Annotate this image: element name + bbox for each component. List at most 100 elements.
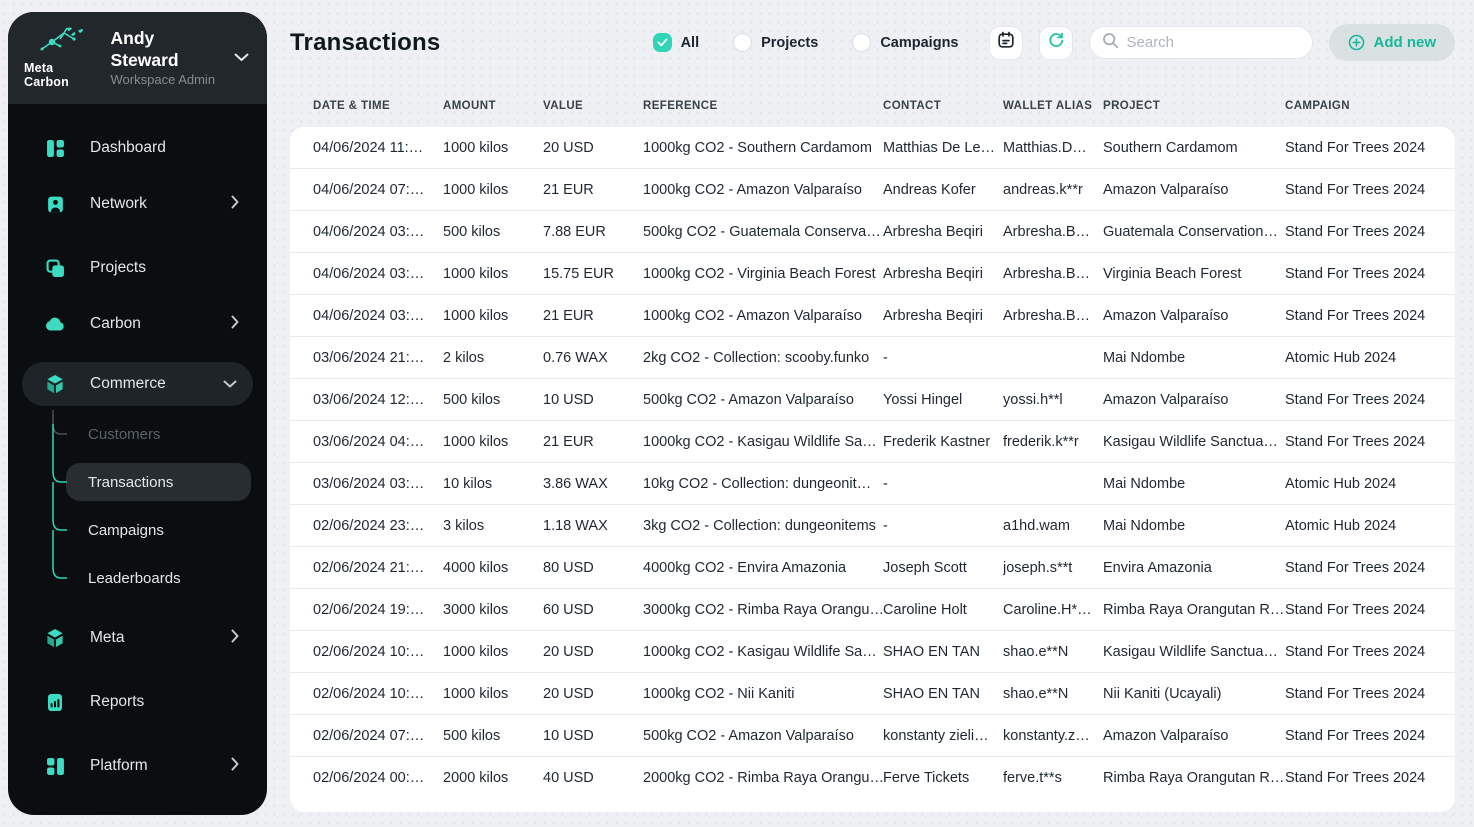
sidebar-item-label: Meta: [90, 629, 125, 646]
refresh-button[interactable]: [1038, 25, 1073, 60]
column-header[interactable]: CAMPAIGN: [1285, 100, 1454, 112]
table-cell: shao.e**N: [1003, 643, 1069, 660]
column-header[interactable]: REFERENCE: [643, 100, 883, 112]
table-cell: Stand For Trees 2024: [1285, 601, 1426, 618]
table-cell: Matthias.D…: [1003, 139, 1087, 156]
table-cell: 20 USD: [543, 139, 594, 156]
table-row[interactable]: 04/06/2024 07:… 1000 kilos 21 EUR 1000kg CO…: [290, 169, 1455, 211]
table-cell: 1000kg CO2 - Amazon Valparaíso: [643, 307, 862, 324]
table-cell: Stand For Trees 2024: [1285, 223, 1426, 240]
table-row[interactable]: 04/06/2024 11:… 1000 kilos 20 USD 1000kg CO…: [290, 127, 1455, 169]
table-cell: SHAO EN TAN: [883, 685, 980, 702]
table-cell: 21 EUR: [543, 181, 594, 198]
add-new-button[interactable]: Add new: [1328, 24, 1455, 61]
column-header[interactable]: CONTACT: [883, 100, 1003, 112]
sidebar-item-carbon[interactable]: Carbon: [8, 296, 267, 352]
user-name: Andy Steward: [110, 28, 179, 70]
sidebar-item-campaigns[interactable]: Campaigns: [66, 506, 251, 554]
plus-circle-icon: [1348, 34, 1365, 51]
table-cell: Matthias De Le…: [883, 139, 996, 156]
table-cell: Kasigau Wildlife Sanctua…: [1103, 643, 1278, 660]
reports-icon: [44, 693, 66, 712]
workspace-user-menu[interactable]: Meta Carbon Andy Steward Workspace Admin: [8, 12, 267, 104]
table-cell: Guatemala Conservation…: [1103, 223, 1278, 240]
table-cell: 04/06/2024 03:…: [313, 307, 425, 324]
table-row[interactable]: 02/06/2024 19:… 3000 kilos 60 USD 3000kg CO…: [290, 589, 1455, 631]
sidebar-item-commerce[interactable]: Commerce: [22, 362, 253, 406]
table-cell: 3000 kilos: [443, 601, 509, 618]
column-header[interactable]: VALUE: [543, 100, 643, 112]
sidebar-item-reports[interactable]: Reports: [8, 674, 267, 730]
column-header[interactable]: AMOUNT: [443, 100, 543, 112]
calendar-button[interactable]: [988, 25, 1023, 60]
table-row[interactable]: 03/06/2024 12:… 500 kilos 10 USD 500kg CO2 …: [290, 379, 1455, 421]
table-row[interactable]: 04/06/2024 03:… 1000 kilos 15.75 EUR 1000kg…: [290, 253, 1455, 295]
user-role: Workspace Admin: [110, 71, 216, 87]
table-row[interactable]: 04/06/2024 03:… 500 kilos 7.88 EUR 500kg CO…: [290, 211, 1455, 253]
sidebar: Meta Carbon Andy Steward Workspace Admin…: [8, 12, 267, 815]
filter-all[interactable]: All: [652, 33, 699, 52]
table-row[interactable]: 02/06/2024 07:… 500 kilos 10 USD 500kg CO2 …: [290, 715, 1455, 757]
column-header[interactable]: DATE & TIME: [313, 100, 443, 112]
carbon-cloud-icon: [44, 317, 66, 331]
table-cell: Arbresha.B…: [1003, 307, 1091, 324]
sidebar-item-platform[interactable]: Platform: [8, 738, 267, 794]
sidebar-item-customers[interactable]: Customers: [66, 410, 251, 458]
brand-logo: Meta Carbon: [24, 27, 99, 89]
column-header[interactable]: WALLET ALIAS: [1003, 100, 1103, 112]
table-row[interactable]: 02/06/2024 21:… 4000 kilos 80 USD 4000kg CO…: [290, 547, 1455, 589]
sidebar-item-dashboard[interactable]: Dashboard: [8, 120, 267, 176]
table-cell: Stand For Trees 2024: [1285, 433, 1426, 450]
table-row[interactable]: 03/06/2024 21:… 2 kilos 0.76 WAX 2kg CO2 - …: [290, 337, 1455, 379]
radio-unchecked-icon[interactable]: [733, 33, 753, 52]
network-icon: [44, 195, 66, 214]
column-header[interactable]: PROJECT: [1103, 100, 1285, 112]
table-cell: 1000 kilos: [443, 307, 509, 324]
table-cell: 4000kg CO2 - Envira Amazonia: [643, 559, 847, 576]
sidebar-item-leaderboards[interactable]: Leaderboards: [66, 554, 251, 602]
search-box[interactable]: [1088, 26, 1313, 59]
table-cell: 04/06/2024 07:…: [313, 181, 425, 198]
table-cell: Southern Cardamom: [1103, 139, 1238, 156]
table-cell: 02/06/2024 07:…: [313, 727, 425, 744]
table-row[interactable]: 02/06/2024 00:… 2000 kilos 40 USD 2000kg CO…: [290, 757, 1455, 799]
table-cell: 1000 kilos: [443, 265, 509, 282]
table-row[interactable]: 02/06/2024 23:… 3 kilos 1.18 WAX 3kg CO2 - …: [290, 505, 1455, 547]
filter-label: Campaigns: [880, 34, 959, 51]
table-cell: 1000 kilos: [443, 643, 509, 660]
table-cell: 500 kilos: [443, 727, 501, 744]
sub-item-label: Transactions: [88, 473, 174, 491]
table-cell: Stand For Trees 2024: [1285, 181, 1426, 198]
filter-group: All Projects Campaigns: [652, 33, 959, 52]
meta-carbon-logo-icon: [38, 27, 84, 60]
sidebar-item-projects[interactable]: Projects: [8, 240, 267, 296]
table-cell: joseph.s**t: [1003, 559, 1073, 576]
table-cell: Envira Amazonia: [1103, 559, 1212, 576]
sub-item-label: Customers: [88, 425, 161, 443]
table-row[interactable]: 03/06/2024 03:… 10 kilos 3.86 WAX 10kg CO2 …: [290, 463, 1455, 505]
checkbox-checked-icon[interactable]: [652, 33, 672, 52]
subnav-tree-line: [52, 410, 67, 579]
table-cell: 1000kg CO2 - Kasigau Wildlife Sa…: [643, 433, 877, 450]
sidebar-item-meta[interactable]: Meta: [8, 610, 267, 666]
radio-unchecked-icon[interactable]: [852, 33, 872, 52]
table-cell: Arbresha Beqiri: [883, 265, 983, 282]
table-body: 04/06/2024 11:… 1000 kilos 20 USD 1000kg CO…: [290, 127, 1455, 799]
table-cell: 1000 kilos: [443, 433, 509, 450]
table-cell: SHAO EN TAN: [883, 643, 980, 660]
table-row[interactable]: 02/06/2024 10:… 1000 kilos 20 USD 1000kg CO…: [290, 631, 1455, 673]
table-cell: -: [883, 475, 888, 492]
table-cell: Atomic Hub 2024: [1285, 517, 1397, 534]
sidebar-item-transactions[interactable]: Transactions: [66, 463, 251, 501]
filter-projects[interactable]: Projects: [733, 33, 818, 52]
sidebar-item-network[interactable]: Network: [8, 176, 267, 232]
table-row[interactable]: 03/06/2024 04:… 1000 kilos 21 EUR 1000kg CO…: [290, 421, 1455, 463]
table-cell: 0.76 WAX: [543, 349, 608, 366]
table-row[interactable]: 02/06/2024 10:… 1000 kilos 20 USD 1000kg CO…: [290, 673, 1455, 715]
table-row[interactable]: 04/06/2024 03:… 1000 kilos 21 EUR 1000kg CO…: [290, 295, 1455, 337]
table-cell: 03/06/2024 12:…: [313, 391, 425, 408]
table-cell: Frederik Kastner: [883, 433, 991, 450]
search-input[interactable]: [1126, 34, 1287, 51]
table-cell: 20 USD: [543, 685, 594, 702]
filter-campaigns[interactable]: Campaigns: [852, 33, 959, 52]
